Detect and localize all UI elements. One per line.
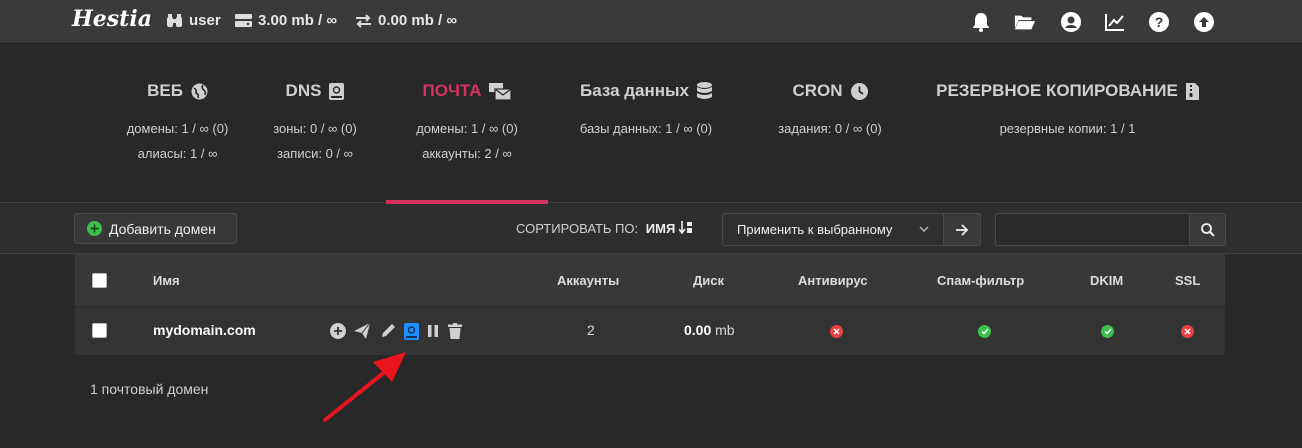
disk-unit: mb [715,322,735,338]
globe-icon [191,83,208,99]
dns-records-icon[interactable] [403,322,419,340]
search-button[interactable] [1189,213,1226,246]
tab-dns-title: DNS [285,81,322,100]
disk-usage-cell: 0.00 mb [684,322,735,338]
tab-database[interactable]: База данных базы данных: 1 / ∞ (0) [560,45,732,203]
spam-filter-enabled-icon [978,325,991,338]
tab-cron[interactable]: CRON задания: 0 / ∞ (0) [750,45,910,203]
toolbar: Добавить домен СОРТИРОВАТЬ ПО: ИМЯ Приме… [0,204,1302,254]
accounts-count: 2 [587,322,595,338]
mail-bulk-icon [489,82,512,100]
arrow-right-icon [956,223,969,236]
bulk-action-select[interactable]: Применить к выбранному [722,213,944,246]
column-name[interactable]: Имя [153,273,180,288]
logo-text: Hestia [72,6,152,32]
sort-value: ИМЯ [645,221,676,236]
row-checkbox[interactable] [92,323,107,338]
antivirus-disabled-icon [830,325,843,338]
database-icon [697,82,713,99]
tab-dns[interactable]: DNS зоны: 0 / ∞ (0) записи: 0 / ∞ [240,45,390,203]
tab-database-line-1: базы данных: 1 / ∞ (0) [579,121,713,136]
binoculars-icon [167,13,182,27]
tab-dns-line-1: зоны: 0 / ∞ (0) [273,121,357,136]
tab-dns-line-2: записи: 0 / ∞ [277,146,353,161]
tab-mail[interactable]: ПОЧТА домены: 1 / ∞ (0) аккаунты: 2 / ∞ [386,45,548,204]
chevron-down-icon [919,226,929,233]
paper-plane-icon[interactable] [354,323,370,339]
hdd-icon [235,14,252,27]
tab-database-title: База данных [579,81,690,100]
dkim-enabled-icon [1101,325,1114,338]
tab-cron-title: CRON [792,81,843,100]
add-domain-label: Добавить домен [109,220,216,237]
plus-circle-icon [87,221,102,236]
disk-value: 0.00 [684,322,712,338]
username: user [189,12,221,29]
tab-backup-title: РЕЗЕРВНОЕ КОПИРОВАНИЕ [936,81,1178,100]
bell-icon[interactable] [970,11,992,33]
user-stat[interactable]: user [166,12,221,29]
domain-name-link[interactable]: mydomain.com [153,322,256,338]
table-header: Имя Аккаунты Диск Антивирус Спам-фильтр … [75,254,1225,307]
column-spam-filter[interactable]: Спам-фильтр [937,273,1024,288]
sort-control[interactable]: СОРТИРОВАТЬ ПО: ИМЯ [516,221,693,236]
sort-alpha-icon [678,221,692,235]
book-icon [329,82,345,100]
tab-mail-line-1: домены: 1 / ∞ (0) [416,121,518,136]
disk-stat: 3.00 mb / ∞ [235,12,337,29]
search-icon [1200,222,1215,237]
bandwidth-stat: 0.00 mb / ∞ [355,12,457,29]
bulk-action-label: Применить к выбранному [737,222,893,237]
exchange-icon [356,13,371,28]
column-ssl[interactable]: SSL [1175,273,1200,288]
user-circle-icon[interactable] [1060,11,1082,33]
ssl-disabled-icon [1181,325,1194,338]
add-account-icon[interactable] [330,323,346,339]
chart-line-icon[interactable] [1104,11,1126,33]
trash-icon[interactable] [447,323,463,339]
tab-mail-title: ПОЧТА [422,81,482,100]
svg-text:?: ? [1155,14,1164,30]
clock-icon [850,82,868,100]
tab-backup-line-1: резервные копии: 1 / 1 [999,121,1136,136]
column-dkim[interactable]: DKIM [1090,273,1123,288]
logo[interactable]: Hestia [72,6,152,38]
pause-icon[interactable] [425,323,441,339]
tab-bar: ВЕБ домены: 1 / ∞ (0) алиасы: 1 / ∞ DNS … [0,45,1302,204]
add-domain-button[interactable]: Добавить домен [74,213,237,244]
upload-icon[interactable] [1193,11,1215,33]
top-bar: Hestia user 3.00 mb / ∞ 0.00 mb / ∞ ? [0,0,1302,44]
tab-web-title: ВЕБ [147,81,183,100]
table-row: mydomain.com 2 0.00 mb [75,307,1225,355]
column-disk[interactable]: Диск [693,273,724,288]
tab-cron-line-1: задания: 0 / ∞ (0) [778,121,882,136]
column-accounts[interactable]: Аккаунты [557,273,619,288]
column-antivirus[interactable]: Антивирус [798,273,868,288]
tab-backup[interactable]: РЕЗЕРВНОЕ КОПИРОВАНИЕ резервные копии: 1… [930,45,1205,203]
pencil-icon[interactable] [380,323,396,339]
question-icon[interactable]: ? [1148,11,1170,33]
apply-action-button[interactable] [943,213,981,246]
domain-count: 1 почтовый домен [90,381,209,397]
sort-label: СОРТИРОВАТЬ ПО: [516,221,639,236]
bandwidth-usage: 0.00 mb / ∞ [378,12,458,29]
file-archive-icon [1185,82,1199,100]
mail-domain-table: Имя Аккаунты Диск Антивирус Спам-фильтр … [75,254,1225,355]
folder-icon[interactable] [1014,11,1036,33]
select-all-checkbox[interactable] [92,273,107,288]
disk-usage: 3.00 mb / ∞ [258,12,338,29]
search-input[interactable] [995,213,1190,246]
tab-mail-line-2: аккаунты: 2 / ∞ [422,146,512,161]
